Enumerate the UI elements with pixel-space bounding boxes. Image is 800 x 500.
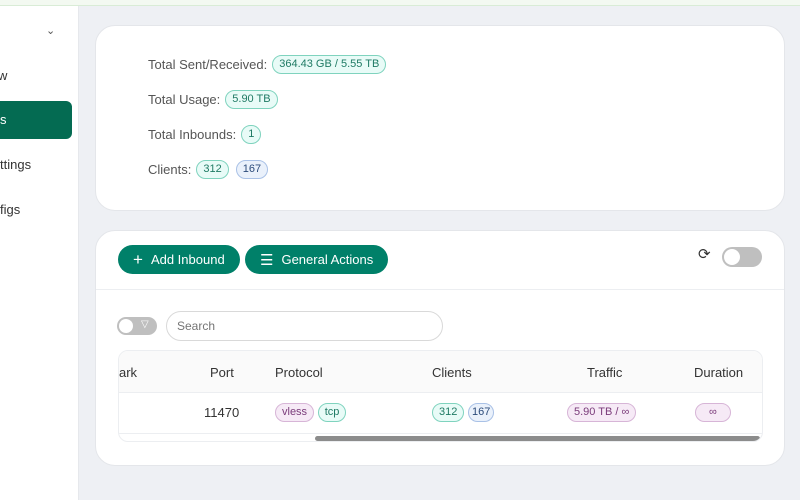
auto-refresh-toggle[interactable]	[722, 247, 762, 267]
inbounds-table: ark Port Protocol Clients Traffic Durati…	[118, 350, 763, 442]
top-bar	[0, 0, 800, 6]
col-traffic[interactable]: Traffic	[587, 365, 622, 380]
stat-sent-received: Total Sent/Received: 364.43 GB / 5.55 TB	[148, 55, 387, 74]
stats-card: Total Sent/Received: 364.43 GB / 5.55 TB …	[95, 25, 785, 211]
col-remark[interactable]: ark	[119, 365, 137, 380]
network-badge: tcp	[317, 403, 347, 422]
duration-badge: ∞	[695, 403, 731, 422]
stat-label: Total Usage:	[148, 92, 221, 107]
inbounds-badge: 1	[241, 125, 262, 144]
col-port[interactable]: Port	[210, 365, 234, 380]
protocol-cell: vless tcp	[275, 403, 347, 422]
sidebar-item-inbounds[interactable]: s	[0, 101, 72, 139]
clients-online-badge: 167	[235, 160, 269, 179]
traffic-badge: 5.90 TB / ∞	[567, 403, 637, 422]
stat-inbounds: Total Inbounds: 1	[148, 125, 262, 144]
sidebar: ⌄ w s ttings figs	[0, 6, 79, 500]
port-cell: 11470	[204, 405, 240, 420]
sent-received-badge: 364.43 GB / 5.55 TB	[272, 55, 387, 74]
col-protocol[interactable]: Protocol	[275, 365, 323, 380]
sidebar-item-configs[interactable]: figs	[0, 202, 20, 217]
filter-toggle[interactable]: ▽	[117, 317, 157, 335]
stat-label: Clients:	[148, 162, 192, 177]
sidebar-item-overview[interactable]: w	[0, 68, 7, 83]
stat-usage: Total Usage: 5.90 TB	[148, 90, 278, 109]
general-actions-label: General Actions	[281, 252, 374, 267]
stat-clients: Clients: 312 167	[148, 160, 269, 179]
sidebar-item-settings[interactable]: ttings	[0, 157, 31, 172]
clients-cell: 312 167	[432, 403, 495, 422]
col-duration[interactable]: Duration	[694, 365, 743, 380]
clients-online-badge: 167	[467, 403, 495, 422]
search-input[interactable]	[166, 311, 443, 341]
col-clients[interactable]: Clients	[432, 365, 472, 380]
clients-total-badge: 312	[432, 403, 465, 422]
chevron-down-icon[interactable]: ⌄	[46, 24, 55, 37]
stat-label: Total Inbounds:	[148, 127, 237, 142]
divider	[96, 289, 784, 290]
duration-cell: ∞	[695, 403, 731, 422]
add-inbound-button[interactable]: + Add Inbound	[118, 245, 240, 274]
inbounds-card: + Add Inbound ☰ General Actions ⟳ ▽ ark Po…	[95, 230, 785, 466]
clients-total-badge: 312	[196, 160, 229, 179]
add-inbound-label: Add Inbound	[150, 252, 225, 267]
table-row: 11470 vless tcp 312 167 5.90 TB / ∞ ∞	[119, 393, 762, 434]
usage-badge: 5.90 TB	[225, 90, 278, 109]
protocol-badge: vless	[275, 403, 315, 422]
menu-icon: ☰	[260, 251, 274, 269]
table-header: ark Port Protocol Clients Traffic Durati…	[119, 351, 762, 393]
plus-icon: +	[133, 249, 143, 269]
stat-label: Total Sent/Received:	[148, 57, 268, 72]
general-actions-button[interactable]: ☰ General Actions	[245, 245, 389, 274]
traffic-cell: 5.90 TB / ∞	[567, 403, 637, 422]
horizontal-scrollbar[interactable]	[315, 436, 760, 441]
filter-icon: ▽	[141, 319, 149, 330]
refresh-icon[interactable]: ⟳	[698, 245, 711, 263]
